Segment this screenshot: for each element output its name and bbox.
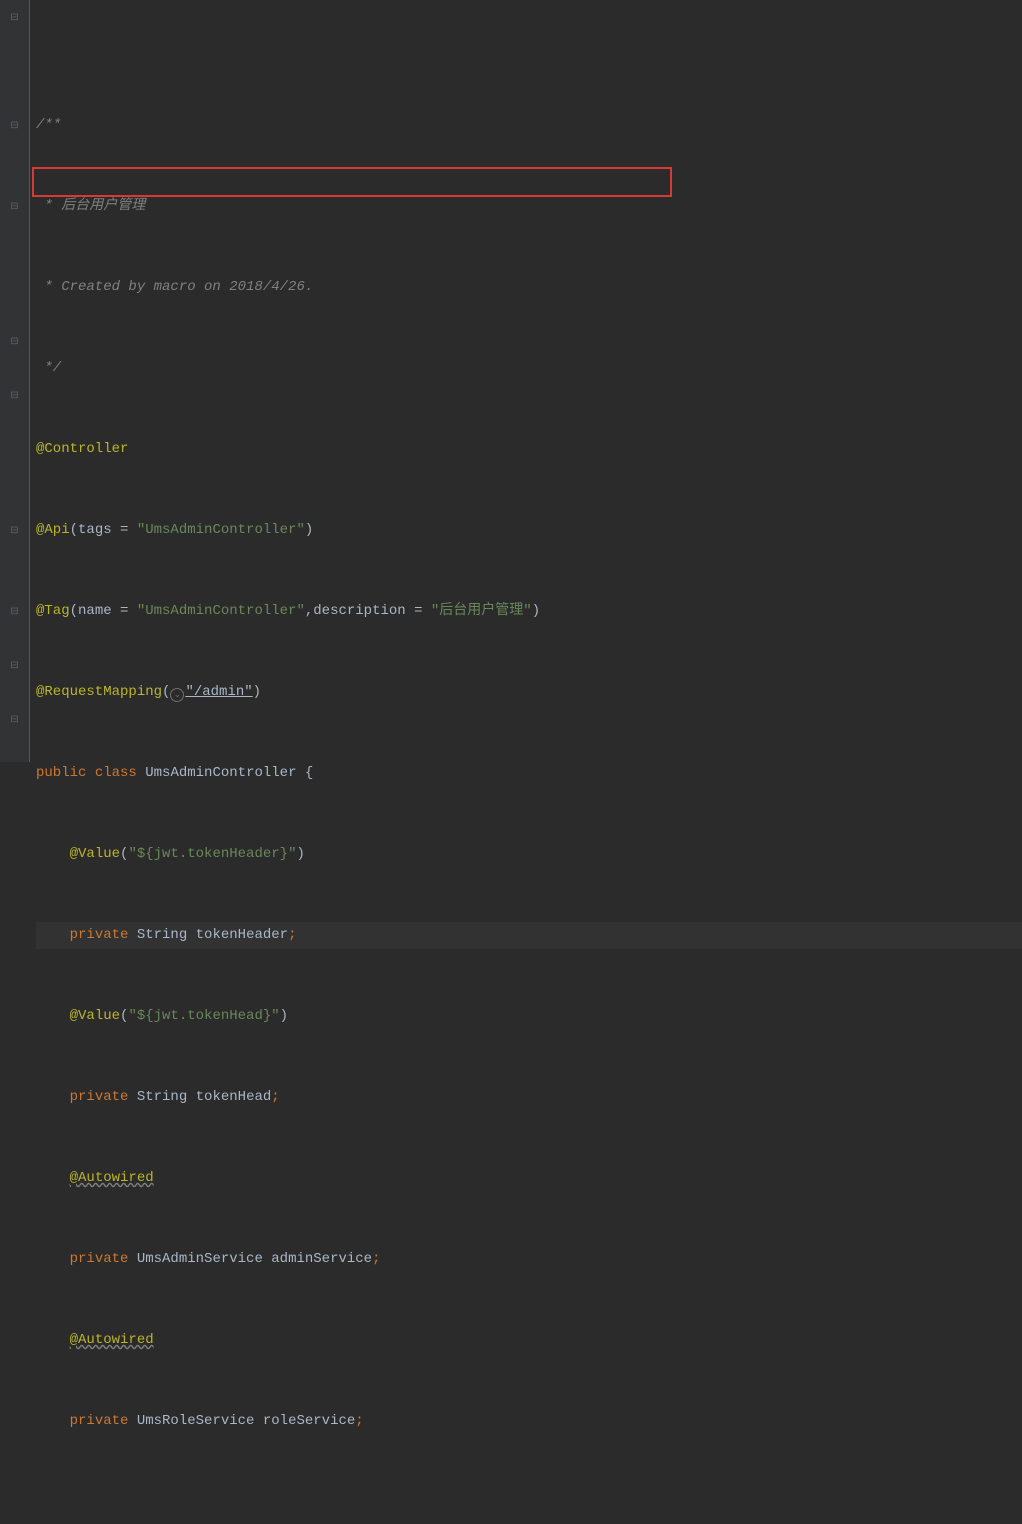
gutter-row xyxy=(0,679,29,706)
code-line: * Created by macro on 2018/4/26. xyxy=(36,274,1022,301)
gutter-row xyxy=(0,463,29,490)
gutter-row xyxy=(0,301,29,328)
code-line xyxy=(36,1489,1022,1516)
fold-icon[interactable]: ⊟ xyxy=(0,517,29,544)
gutter-row xyxy=(0,31,29,58)
code-line: */ xyxy=(36,355,1022,382)
gutter-row xyxy=(0,166,29,193)
gutter-row xyxy=(0,220,29,247)
gutter-row xyxy=(0,409,29,436)
code-line: @Api(tags = "UmsAdminController") xyxy=(36,517,1022,544)
code-line: @Autowired xyxy=(36,1327,1022,1354)
gutter-row xyxy=(0,58,29,85)
gutter-row xyxy=(0,436,29,463)
fold-icon[interactable]: ⊟ xyxy=(0,598,29,625)
gutter-row xyxy=(0,247,29,274)
code-line-current: private String tokenHeader; xyxy=(36,922,1022,949)
code-line: @Autowired xyxy=(36,1165,1022,1192)
code-line: @Controller xyxy=(36,436,1022,463)
gutter-row xyxy=(0,625,29,652)
fold-icon[interactable]: ⊟ xyxy=(0,193,29,220)
fold-icon[interactable]: ⊟ xyxy=(0,328,29,355)
gutter-row xyxy=(0,544,29,571)
code-line: private String tokenHead; xyxy=(36,1084,1022,1111)
gutter-row xyxy=(0,571,29,598)
code-line: @Value("${jwt.tokenHead}") xyxy=(36,1003,1022,1030)
gutter-row xyxy=(0,355,29,382)
gutter-row xyxy=(0,274,29,301)
code-line: public class UmsAdminController { xyxy=(36,760,1022,787)
code-editor[interactable]: ⊟ ⊟ ⊟ ⊟ ⊟ ⊟ ⊟ ⊟ ⊟ /** * 后台用户管理 * Created… xyxy=(0,0,1022,762)
code-line: @Value("${jwt.tokenHeader}") xyxy=(36,841,1022,868)
code-line: /** xyxy=(36,112,1022,139)
fold-icon[interactable]: ⊟ xyxy=(0,706,29,733)
fold-icon[interactable]: ⊟ xyxy=(0,4,29,31)
code-line: private UmsAdminService adminService; xyxy=(36,1246,1022,1273)
globe-icon: ⌄ xyxy=(170,688,184,702)
fold-icon[interactable]: ⊟ xyxy=(0,382,29,409)
gutter-row xyxy=(0,85,29,112)
gutter: ⊟ ⊟ ⊟ ⊟ ⊟ ⊟ ⊟ ⊟ ⊟ xyxy=(0,0,30,762)
fold-icon[interactable]: ⊟ xyxy=(0,112,29,139)
code-line: private UmsRoleService roleService; xyxy=(36,1408,1022,1435)
code-line: @RequestMapping(⌄"/admin") xyxy=(36,679,1022,706)
gutter-row xyxy=(0,139,29,166)
code-area[interactable]: /** * 后台用户管理 * Created by macro on 2018/… xyxy=(30,0,1022,762)
code-line: * 后台用户管理 xyxy=(36,193,1022,220)
code-line-tag: @Tag(name = "UmsAdminController",descrip… xyxy=(36,598,1022,625)
fold-icon[interactable]: ⊟ xyxy=(0,652,29,679)
gutter-row xyxy=(0,490,29,517)
